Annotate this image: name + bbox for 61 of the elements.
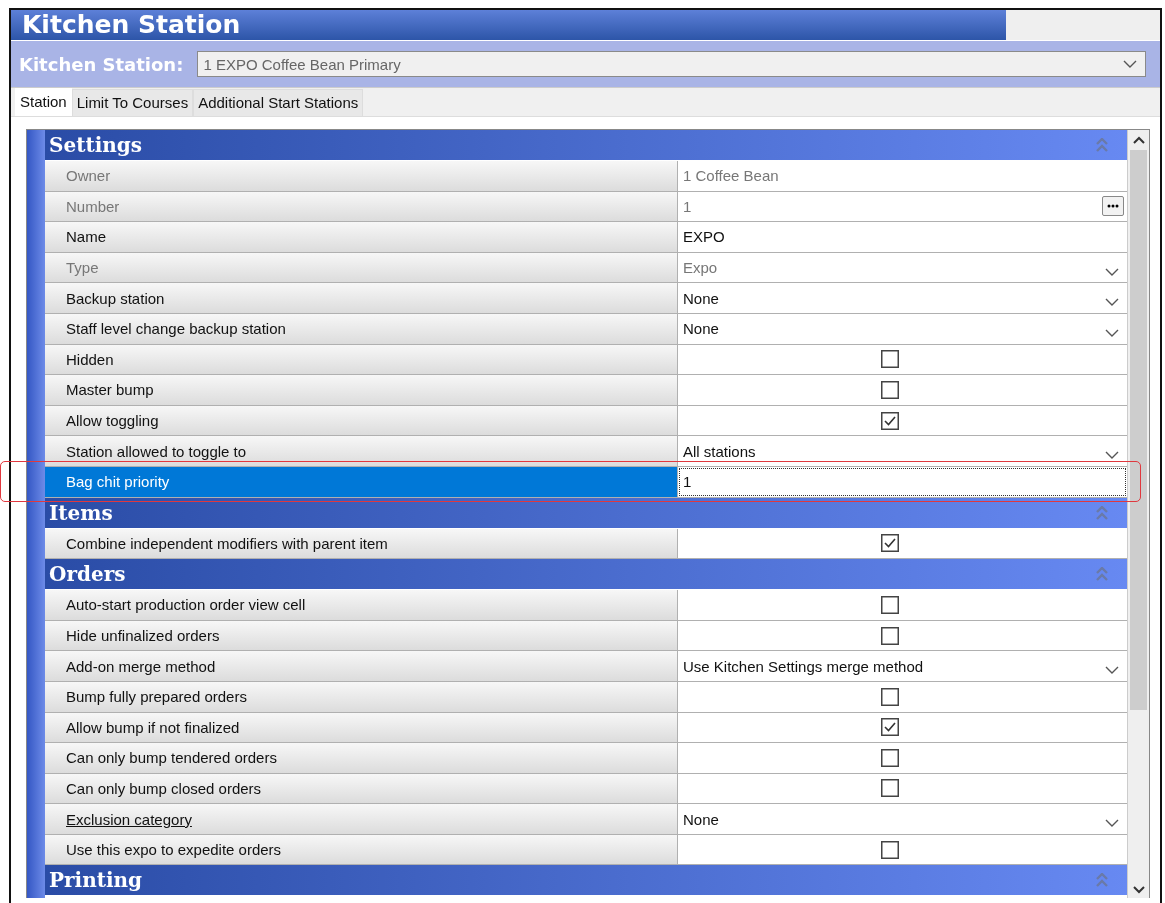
property-label: Type <box>66 259 99 277</box>
scrollbar[interactable] <box>1127 130 1149 898</box>
value-dropdown[interactable]: None <box>683 804 1119 834</box>
tab[interactable]: Station <box>15 88 72 116</box>
chevron-down-icon <box>1105 819 1119 828</box>
checkbox[interactable] <box>881 687 899 706</box>
checkbox[interactable] <box>881 626 899 645</box>
value-text: EXPO <box>683 228 725 246</box>
chevron-down-icon <box>1105 451 1119 460</box>
section-header[interactable]: Settings <box>45 130 1127 161</box>
property-label: Master bump <box>66 381 154 399</box>
checkbox[interactable] <box>881 840 899 859</box>
property-label: Owner <box>66 167 111 185</box>
property-label: Number <box>66 197 120 215</box>
property-label: Staff level change backup station <box>66 320 286 338</box>
property-label: Add-on merge method <box>66 657 216 675</box>
tab[interactable]: Additional Start Stations <box>193 89 364 116</box>
property-link[interactable]: Exclusion category <box>66 810 192 828</box>
property-label: Hidden <box>66 350 114 368</box>
dots-icon <box>1107 204 1119 209</box>
value-input[interactable]: 1 <box>683 473 692 491</box>
value-dropdown[interactable]: Use Kitchen Settings merge method <box>683 651 1119 681</box>
checkbox[interactable] <box>881 534 899 553</box>
property-label: Hide unfinalized orders <box>66 627 220 644</box>
chevron-down-icon <box>1105 328 1119 337</box>
property-label: Allow bump if not finalized <box>66 718 240 736</box>
chevron-down-icon <box>1105 298 1119 307</box>
property-label: Combine independent modifiers with parent item <box>66 534 388 552</box>
property-label: Bump fully prepared orders <box>66 688 247 706</box>
checkbox[interactable] <box>881 718 899 737</box>
property-label: Name <box>66 228 106 246</box>
value-dropdown[interactable]: None <box>683 283 1119 313</box>
property-label: Station allowed to toggle to <box>66 442 247 460</box>
property-label: Allow toggling <box>66 412 159 430</box>
window-title: Kitchen Station <box>11 10 1006 40</box>
value-dropdown[interactable]: All stations <box>683 436 1119 466</box>
value-dropdown[interactable]: None <box>683 313 1119 344</box>
value-text: 1 Coffee Bean <box>683 167 779 185</box>
chevron-down-icon <box>1123 60 1137 68</box>
scroll-down-icon[interactable] <box>1132 886 1145 894</box>
checkbox[interactable] <box>881 350 899 369</box>
property-label: Use this expo to expedite orders <box>66 841 282 859</box>
property-label: Auto-start production order view cell <box>66 596 306 614</box>
chevron-down-icon <box>1105 666 1119 675</box>
checkbox[interactable] <box>881 595 899 614</box>
selected-row-label[interactable]: Bag chit priority <box>45 466 678 497</box>
value-text: 1 <box>683 197 692 215</box>
chevron-down-icon <box>1105 267 1119 276</box>
scroll-up-icon[interactable] <box>1132 136 1145 144</box>
section-header[interactable]: Printing <box>45 865 1127 897</box>
station-label: Kitchen Station: <box>19 53 184 75</box>
checkbox[interactable] <box>881 779 899 798</box>
section-header[interactable]: Orders <box>45 559 1127 591</box>
property-label: Can only bump closed orders <box>66 780 262 797</box>
checkbox[interactable] <box>881 411 899 430</box>
property-label: Backup station <box>66 289 165 307</box>
checkbox[interactable] <box>881 748 899 767</box>
station-dropdown[interactable]: 1 EXPO Coffee Bean Primary <box>197 51 1146 77</box>
property-label: Can only bump tendered orders <box>66 749 277 767</box>
tab[interactable]: Limit To Courses <box>71 89 194 116</box>
checkbox[interactable] <box>881 380 899 399</box>
